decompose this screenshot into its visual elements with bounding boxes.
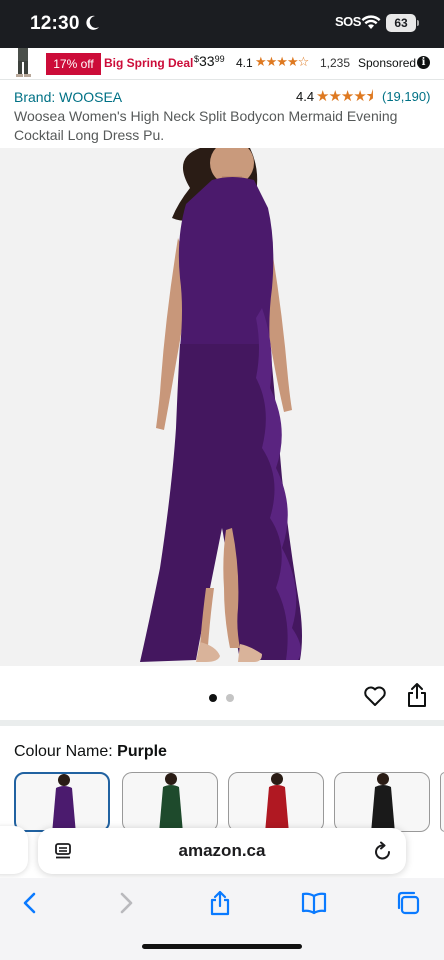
black-dress-thumbnail bbox=[371, 773, 395, 831]
product-image bbox=[140, 141, 302, 662]
battery-indicator: 63 bbox=[386, 14, 419, 32]
product-rating-count-link[interactable]: (19,190) bbox=[382, 89, 430, 104]
share-icon[interactable] bbox=[207, 890, 233, 916]
gallery-controls bbox=[0, 668, 444, 720]
sponsored-star-rating-icon: ★★★★☆ bbox=[255, 54, 309, 69]
section-divider bbox=[0, 720, 444, 726]
bookmarks-icon[interactable] bbox=[301, 890, 327, 916]
sponsored-ad-strip[interactable]: 17% off Big Spring Deal $3399 4.1 ★★★★☆ … bbox=[0, 48, 444, 80]
selected-colour: Purple bbox=[117, 743, 167, 760]
product-image-gallery[interactable] bbox=[0, 141, 444, 666]
heart-icon[interactable] bbox=[363, 685, 387, 707]
colour-swatch-red[interactable] bbox=[228, 772, 324, 832]
home-indicator[interactable] bbox=[142, 944, 302, 949]
colour-swatch-more[interactable] bbox=[440, 772, 444, 832]
status-time: 12:30 bbox=[30, 13, 80, 34]
discount-badge: 17% off bbox=[46, 53, 101, 75]
wifi-icon bbox=[361, 15, 381, 29]
price-whole: 33 bbox=[199, 53, 215, 69]
forward-arrow-icon[interactable] bbox=[113, 890, 139, 916]
address-bar[interactable]: amazon.ca bbox=[38, 828, 406, 874]
carousel-dot-active[interactable] bbox=[209, 694, 217, 702]
moon-icon bbox=[86, 15, 99, 30]
sponsored-rating-count: 1,235 bbox=[320, 56, 351, 70]
price-currency: $ bbox=[194, 54, 200, 64]
deal-label: Big Spring Deal bbox=[104, 56, 194, 70]
sponsored-product-thumbnail bbox=[16, 48, 31, 77]
colour-swatch-black[interactable] bbox=[334, 772, 430, 832]
share-icon[interactable] bbox=[406, 682, 428, 708]
sponsored-price: $3399 bbox=[194, 53, 225, 69]
purple-dress-thumbnail bbox=[52, 774, 76, 830]
info-icon[interactable]: i bbox=[417, 56, 430, 69]
browser-toolbar bbox=[0, 878, 444, 960]
back-arrow-icon[interactable] bbox=[17, 890, 43, 916]
sos-label: SOS bbox=[335, 14, 361, 29]
product-title: Woosea Women's High Neck Split Bodycon M… bbox=[14, 108, 398, 143]
sponsored-rating: 4.1 bbox=[236, 56, 253, 70]
previous-tab-peek[interactable] bbox=[0, 826, 28, 874]
carousel-dot[interactable] bbox=[226, 694, 234, 702]
colour-name-label: Colour Name: Purple bbox=[14, 743, 167, 761]
colour-label-prefix: Colour Name: bbox=[14, 743, 118, 760]
sponsored-label: Sponsored bbox=[358, 56, 417, 70]
brand-link[interactable]: Brand: WOOSEA bbox=[14, 89, 122, 105]
colour-swatch-purple[interactable] bbox=[14, 772, 110, 832]
status-bar: 12:30 SOS 63 bbox=[0, 0, 444, 48]
url-text[interactable]: amazon.ca bbox=[38, 841, 406, 861]
product-rating: 4.4 bbox=[296, 89, 315, 104]
red-dress-thumbnail bbox=[265, 773, 289, 831]
tabs-icon[interactable] bbox=[395, 890, 421, 916]
reload-icon[interactable] bbox=[374, 841, 392, 861]
price-cents: 99 bbox=[214, 54, 225, 64]
colour-swatch-green[interactable] bbox=[122, 772, 218, 832]
green-dress-thumbnail bbox=[159, 773, 183, 831]
